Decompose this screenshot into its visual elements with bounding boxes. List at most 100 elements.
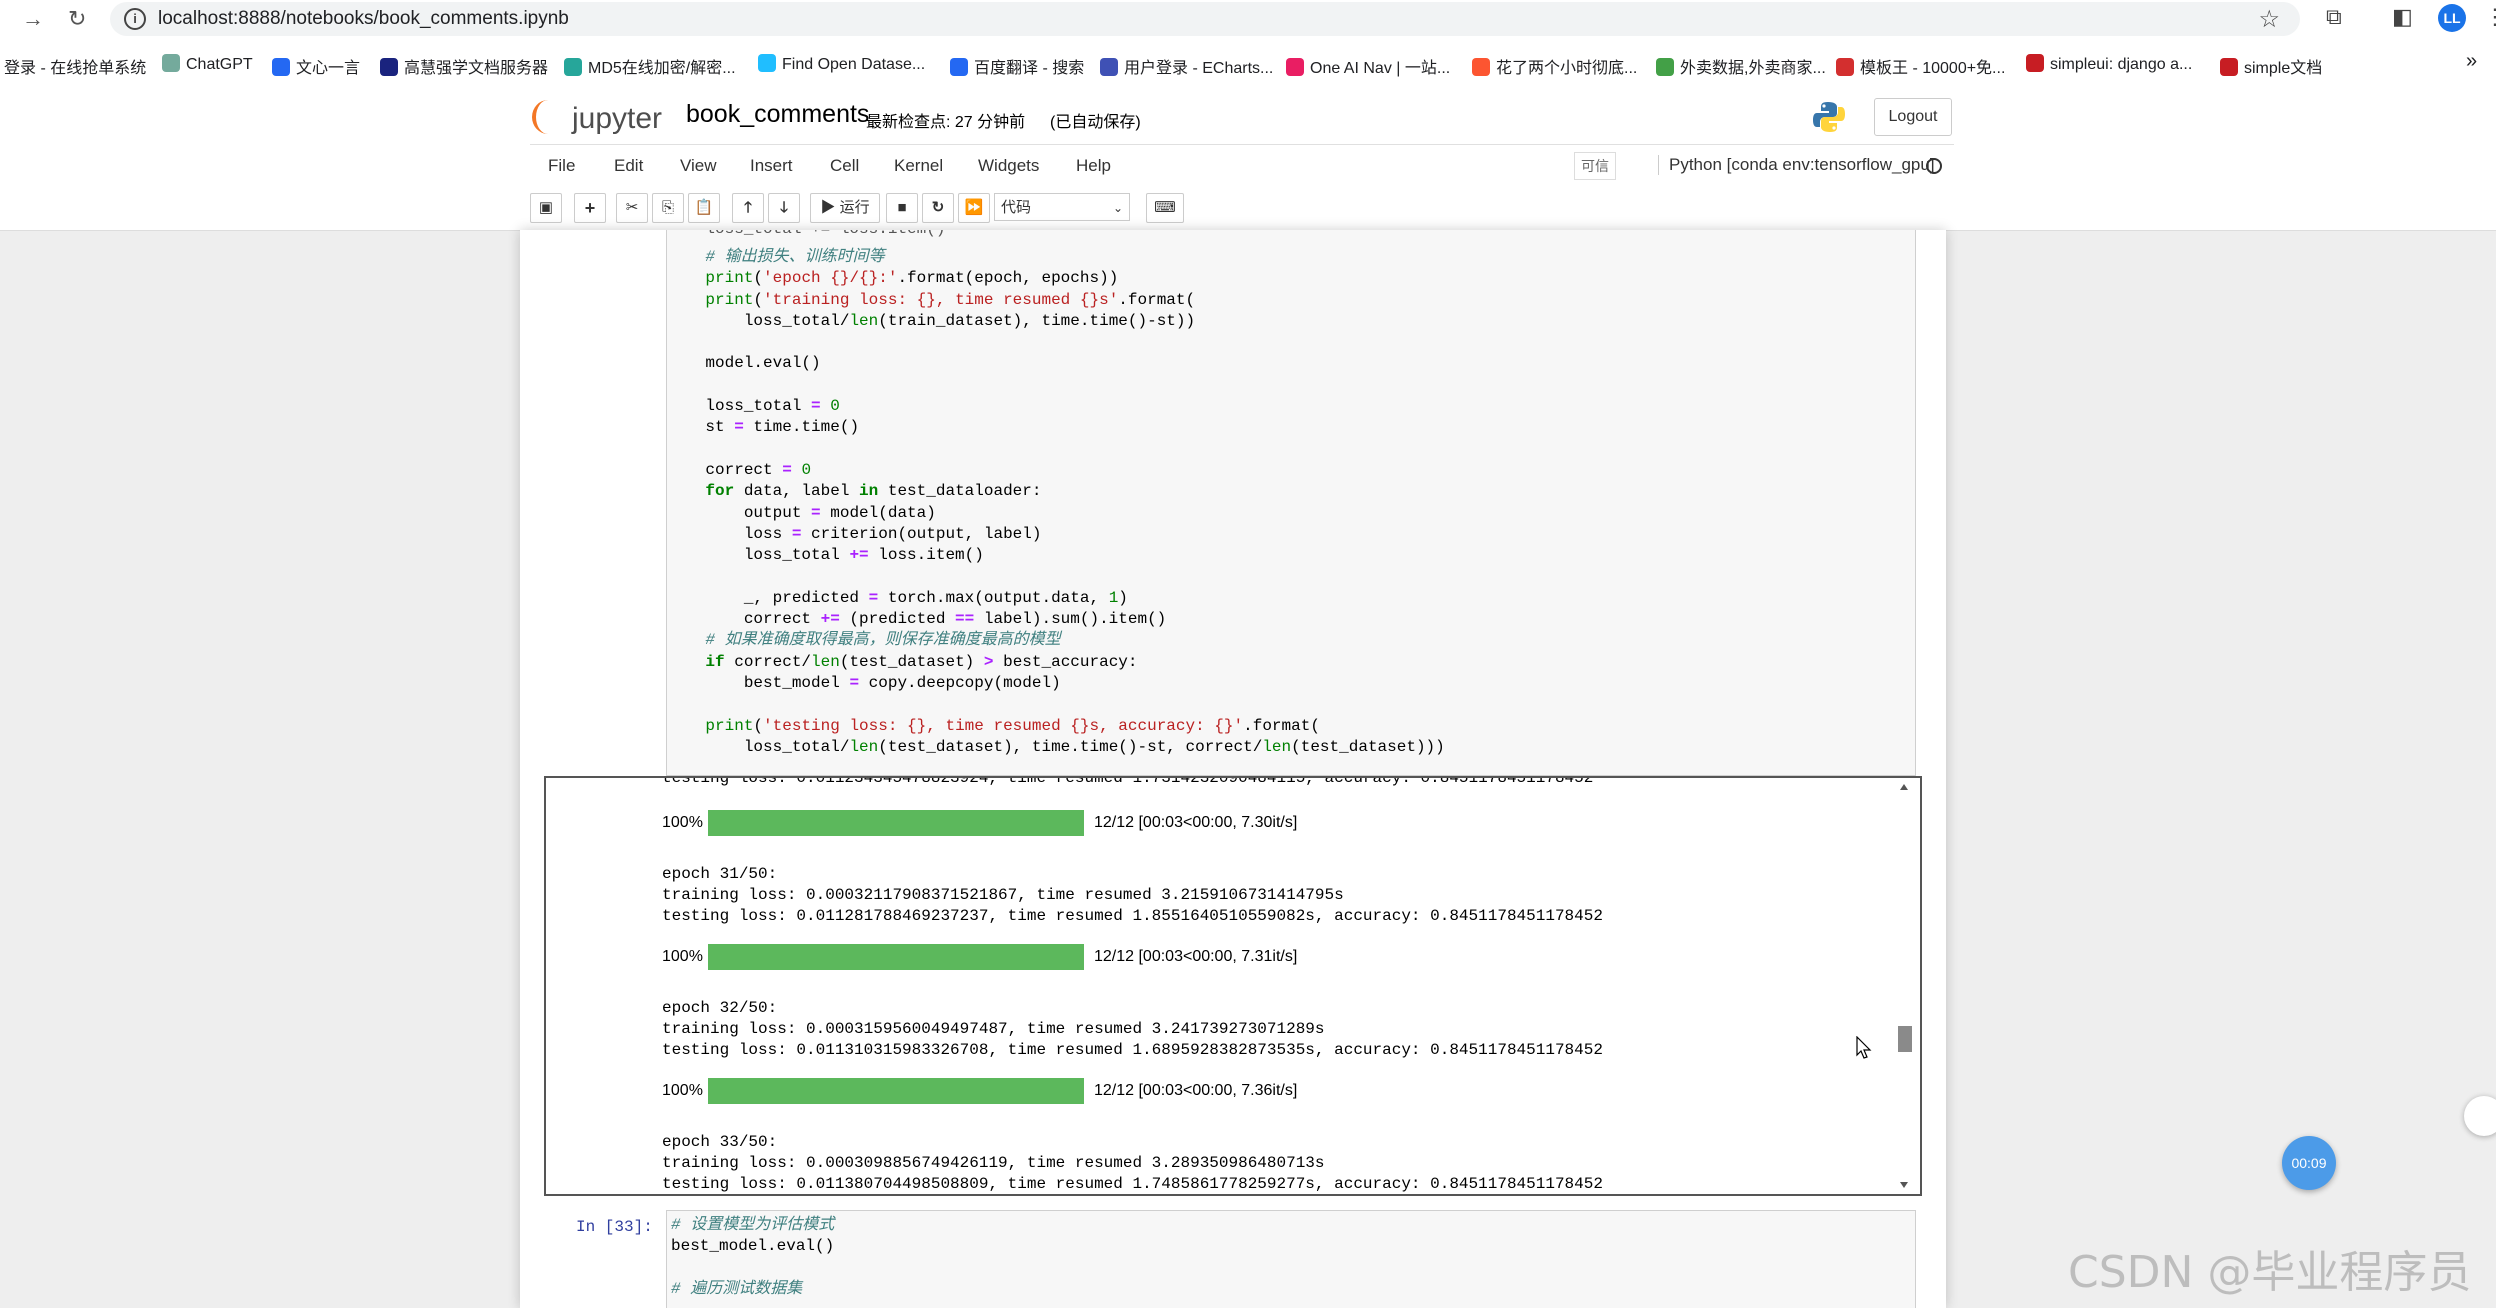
search-icon [950,58,968,76]
bookmark-item[interactable]: 用户登录 - ECharts... [1100,54,1273,78]
code-cell-editor[interactable]: loss_total += loss.item() # 输出损失、训练时间等 p… [666,230,1916,776]
gitee-icon [2026,54,2044,72]
menu-widgets[interactable]: Widgets [978,156,1039,176]
training-loss-line: training loss: 0.0003159560049497487, ti… [662,1020,1325,1038]
progress-bar [708,944,1084,970]
menu-view[interactable]: View [680,156,717,176]
bookmark-label: ChatGPT [186,56,253,73]
code-lines: # 输出损失、训练时间等 print('epoch {}/{}:'.format… [705,248,1445,756]
bookmark-item[interactable]: 百度翻译 - 搜索 [950,54,1084,78]
notebook-toolbar: ▣ + ✂ ⎘ 📋 🡑 🡓 ▶ 运行 ■ ↻ ⏩ 代码 ⌄ ⌨ [0,186,2496,231]
notebook-name[interactable]: book_comments [686,100,869,129]
menu-file[interactable]: File [548,156,575,176]
template-icon [1836,58,1854,76]
progress-bar [708,1078,1084,1104]
bookmark-item[interactable]: 外卖数据,外卖商家... [1656,54,1826,78]
progress-fill [708,944,1084,970]
bookmark-item[interactable]: 模板王 - 10000+免... [1836,54,2005,78]
cell-type-select[interactable]: 代码 ⌄ [994,193,1130,221]
bookmark-label: MD5在线加密/解密... [588,60,736,77]
menu-cell[interactable]: Cell [830,156,859,176]
bookmark-item[interactable]: 高慧强学文档服务器 [380,54,548,78]
bookmark-item[interactable]: 文心一言 [272,54,360,78]
menu-kernel[interactable]: Kernel [894,156,943,176]
keyboard-icon[interactable]: ⌨ [1146,193,1184,223]
bookmark-item[interactable]: ChatGPT [162,54,253,74]
cut-icon[interactable]: ✂ [616,193,648,223]
output-area[interactable]: testing loss: 0.011234345478823924, time… [544,776,1922,1196]
epoch-line: epoch 31/50: [662,865,778,883]
progress-percent: 100% [662,948,703,965]
logo-text: jupyter [572,102,663,135]
extensions-icon[interactable]: ⧉ [2326,4,2342,30]
logout-button[interactable]: Logout [1874,98,1952,136]
menu-help[interactable]: Help [1076,156,1111,176]
bookmark-label: One AI Nav | 一站... [1310,60,1451,77]
epoch-line: epoch 32/50: [662,999,778,1017]
kernel-name: Python [conda env:tensorflow_gpu] [1658,155,1935,175]
bookmark-item[interactable]: 花了两个小时彻底... [1472,54,1637,78]
browser-address-bar: → ↻ i localhost:8888/notebooks/book_comm… [0,0,2496,38]
cell-type-value: 代码 [1001,199,1032,216]
bookmark-item[interactable]: 登录 - 在线抢单系统 [4,54,146,78]
bookmark-item[interactable]: simpleui: django a... [2026,54,2192,74]
chatgpt-icon [162,54,180,72]
bookmarks-bar: 登录 - 在线抢单系统 ChatGPT 文心一言 高慧强学文档服务器 MD5在线加密/解… [0,38,2496,93]
play-icon: ▶ [820,199,840,216]
jupyter-logo[interactable]: jupyter [532,100,662,136]
progress-percent: 100% [662,1082,703,1099]
mouse-cursor-icon [1856,1036,1872,1059]
bookmark-label: 登录 - 在线抢单系统 [4,60,147,77]
trusted-indicator[interactable]: 可信 [1574,152,1616,180]
echarts-icon [1100,58,1118,76]
bookmark-item[interactable]: One AI Nav | 一站... [1286,54,1450,78]
progress-fill [708,810,1084,836]
add-cell-icon[interactable]: + [574,193,606,223]
bookmark-star-icon[interactable]: ☆ [2258,5,2280,34]
stop-icon[interactable]: ■ [886,193,918,223]
restart-icon[interactable]: ↻ [922,193,954,223]
paste-icon[interactable]: 📋 [688,193,720,223]
bookmark-item[interactable]: simple文档 [2220,54,2322,78]
copy-icon[interactable]: ⎘ [652,193,684,223]
training-loss-line: training loss: 0.00032117908371521867, t… [662,886,1344,904]
takeout-icon [1656,58,1674,76]
floating-timer[interactable]: 00:09 [2282,1136,2336,1190]
side-panel-icon[interactable]: ◧ [2392,4,2413,30]
bookmark-item[interactable]: Find Open Datase... [758,54,925,74]
ai-nav-icon [1286,58,1304,76]
next-code-cell-editor[interactable]: # 设置模型为评估模式 best_model.eval() # 遍历测试数据集 [666,1210,1916,1308]
run-button[interactable]: ▶ 运行 [810,193,880,223]
csdn-icon [1472,58,1490,76]
testing-loss-line: testing loss: 0.011281788469237237, time… [662,907,1603,925]
progress-fill [708,1078,1084,1104]
browser-menu-icon[interactable]: ⋮ [2484,4,2496,30]
watermark: CSDN @毕业程序员 [2068,1247,2472,1298]
md5-icon [564,58,582,76]
bookmark-item[interactable]: MD5在线加密/解密... [564,54,736,78]
site-info-icon[interactable]: i [124,8,146,30]
progress-info: 12/12 [00:03<00:00, 7.36it/s] [1094,1082,1298,1099]
chevron-down-icon: ⌄ [1112,201,1123,215]
python-logo-icon [1813,102,1845,132]
testing-loss-line: testing loss: 0.011380704498508809, time… [662,1175,1603,1193]
menu-insert[interactable]: Insert [750,156,793,176]
side-assistant-icon[interactable] [2464,1096,2496,1136]
more-bookmarks-icon[interactable]: » [2466,50,2477,73]
gitee-icon [2220,58,2238,76]
checkpoint-status: 最新检查点: 27 分钟前 [866,114,1026,131]
save-icon[interactable]: ▣ [530,193,562,223]
output-scrollbar[interactable] [1894,776,1914,1196]
menu-edit[interactable]: Edit [614,156,643,176]
reload-icon[interactable]: ↻ [68,5,86,33]
progress-info: 12/12 [00:03<00:00, 7.30it/s] [1094,814,1298,831]
forward-arrow-icon[interactable]: → [22,5,44,33]
url-field[interactable]: i localhost:8888/notebooks/book_comments… [110,2,2300,36]
code-line-cut: loss_total += loss.item() [667,230,945,240]
progress-percent: 100% [662,814,703,831]
bookmark-label: 用户登录 - ECharts... [1124,60,1274,77]
move-down-icon[interactable]: 🡓 [768,193,800,223]
profile-avatar[interactable]: LL [2438,4,2466,32]
move-up-icon[interactable]: 🡑 [732,193,764,223]
fast-forward-icon[interactable]: ⏩ [958,193,990,223]
